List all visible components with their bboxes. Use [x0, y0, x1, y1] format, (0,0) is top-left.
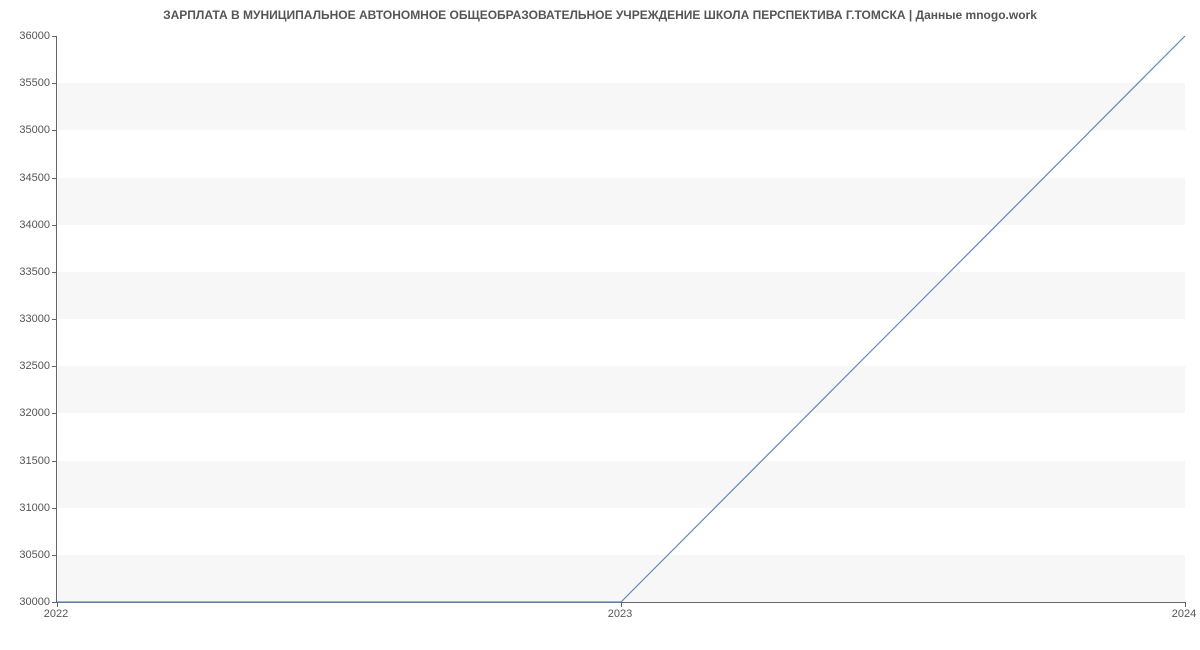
- y-tick-mark: [52, 461, 57, 462]
- x-tick-label: 2023: [608, 608, 632, 620]
- data-line: [57, 36, 1185, 602]
- y-tick-mark: [52, 366, 57, 367]
- y-tick-label: 36000: [4, 30, 50, 42]
- y-tick-label: 30500: [4, 549, 50, 561]
- y-tick-label: 35000: [4, 124, 50, 136]
- y-tick-label: 31500: [4, 455, 50, 467]
- line-series: [57, 36, 1185, 602]
- y-tick-mark: [52, 555, 57, 556]
- salary-line-chart: ЗАРПЛАТА В МУНИЦИПАЛЬНОЕ АВТОНОМНОЕ ОБЩЕ…: [0, 0, 1200, 650]
- y-tick-label: 35500: [4, 77, 50, 89]
- x-tick-mark: [1185, 602, 1186, 607]
- y-tick-mark: [52, 130, 57, 131]
- y-tick-mark: [52, 508, 57, 509]
- y-tick-label: 32500: [4, 360, 50, 372]
- y-tick-label: 31000: [4, 502, 50, 514]
- x-tick-label: 2024: [1172, 608, 1196, 620]
- y-tick-label: 34500: [4, 172, 50, 184]
- y-tick-label: 32000: [4, 407, 50, 419]
- y-tick-mark: [52, 83, 57, 84]
- y-tick-label: 34000: [4, 219, 50, 231]
- y-tick-label: 30000: [4, 596, 50, 608]
- y-tick-mark: [52, 319, 57, 320]
- y-tick-mark: [52, 36, 57, 37]
- x-tick-label: 2022: [44, 608, 68, 620]
- y-tick-mark: [52, 178, 57, 179]
- chart-title: ЗАРПЛАТА В МУНИЦИПАЛЬНОЕ АВТОНОМНОЕ ОБЩЕ…: [0, 8, 1200, 22]
- y-tick-mark: [52, 225, 57, 226]
- x-tick-mark: [621, 602, 622, 607]
- y-tick-mark: [52, 272, 57, 273]
- plot-area: [56, 36, 1185, 603]
- y-tick-label: 33500: [4, 266, 50, 278]
- y-tick-mark: [52, 413, 57, 414]
- y-tick-label: 33000: [4, 313, 50, 325]
- x-tick-mark: [57, 602, 58, 607]
